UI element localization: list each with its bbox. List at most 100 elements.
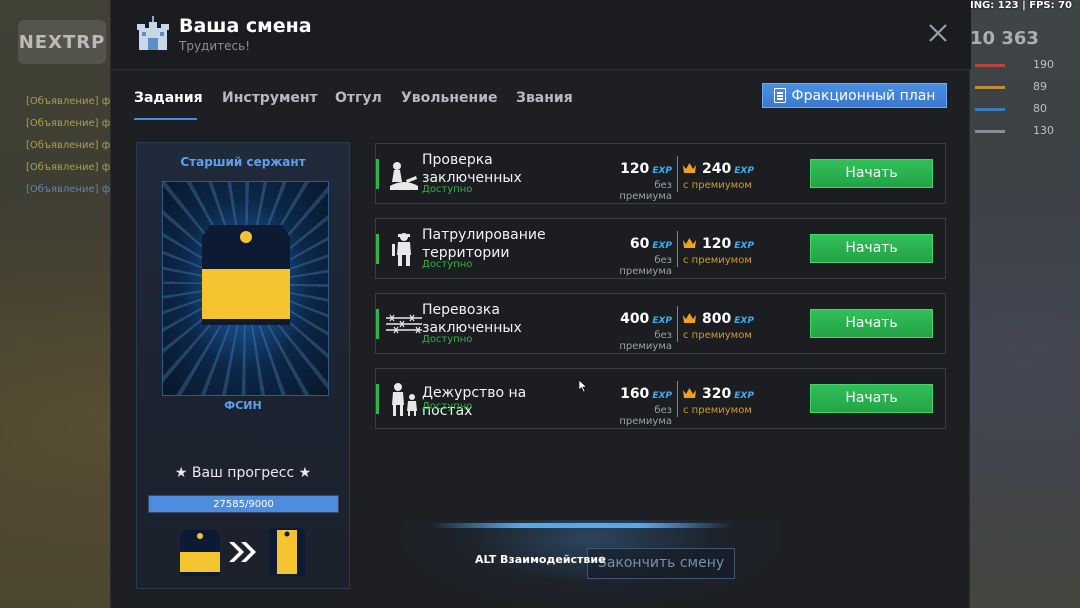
crown-icon (683, 163, 696, 173)
end-shift-button[interactable]: Закончить смену (587, 548, 735, 579)
shoulder-strap-icon (202, 225, 290, 325)
exp-tag: EXP (734, 316, 754, 326)
exp-standard-label: без премиума (619, 255, 672, 277)
exp-premium-label: с премиумом (683, 255, 752, 266)
faction-plan-label: Фракционный план (791, 87, 936, 104)
task-available-accent (376, 234, 379, 264)
task-available-accent (376, 384, 379, 414)
start-task-button[interactable]: Начать (810, 234, 933, 263)
exp-divider (677, 381, 678, 417)
task-status: Доступно (422, 184, 473, 195)
progress-text: 27585/9000 (213, 499, 274, 510)
bottom-accent-line (431, 523, 731, 528)
exp-premium-value: 240 (702, 161, 732, 177)
rank-image (162, 181, 329, 396)
exp-premium: 800 EXP с премиумом (683, 308, 783, 342)
hud-stat-value: 80 (1033, 102, 1047, 115)
post-duty-icon (392, 383, 417, 416)
task-row: Дежурство на постах Доступно 160 EXP без пре… (375, 368, 946, 429)
exp-premium: 320 EXP с премиумом (683, 383, 783, 417)
task-name: Перевозка заключенных (422, 302, 522, 336)
document-icon (773, 88, 786, 103)
exp-premium: 240 EXP с премиумом (683, 158, 783, 192)
exp-tag: EXP (734, 391, 754, 401)
tab-tasks[interactable]: Задания (134, 90, 203, 106)
barbed-wire-icon (386, 314, 422, 334)
hud-stat-value: 89 (1033, 80, 1047, 93)
exp-standard-label: без премиума (619, 405, 672, 427)
exp-standard-label: без премиума (619, 180, 672, 202)
current-rank-icon (180, 530, 220, 576)
tab-tool[interactable]: Инструмент (222, 90, 318, 106)
exp-tag: EXP (734, 166, 754, 176)
exp-tag: EXP (652, 316, 672, 326)
dialog-header: Ваша смена Трудитесь! (111, 0, 971, 70)
exp-standard: 160 EXP без премиума (600, 383, 672, 427)
hud-stat: 80 (975, 102, 1075, 118)
alt-interaction-hint: ALT Взаимодействие (475, 553, 606, 566)
hud-stat: 89 (975, 80, 1075, 96)
task-name: Проверка заключенных (422, 152, 522, 186)
task-available-accent (376, 309, 379, 339)
exp-standard: 60 EXP без премиума (600, 233, 672, 277)
crown-icon (683, 388, 696, 398)
exp-standard-label: без премиума (619, 330, 672, 352)
hud-stat-value: 190 (1033, 58, 1054, 71)
hud-stat-value: 130 (1033, 124, 1054, 137)
exp-premium-label: с премиумом (683, 405, 752, 416)
exp-value: 160 (620, 386, 650, 402)
task-row: Перевозка заключенных Доступно 400 EXP без п… (375, 293, 946, 354)
crown-icon (683, 238, 696, 248)
exp-premium-value: 800 (702, 311, 732, 327)
mouse-cursor-icon (579, 380, 587, 392)
exp-premium: 120 EXP с премиумом (683, 233, 783, 267)
hud-stat: 190 (975, 58, 1075, 74)
exp-premium-label: с премиумом (683, 330, 752, 341)
hud-stat: 130 (975, 124, 1075, 140)
exp-value: 400 (620, 311, 650, 327)
faction-plan-button[interactable]: Фракционный план (762, 83, 947, 108)
task-status: Доступно (422, 334, 473, 345)
task-name: Патрулирование территории (422, 227, 546, 261)
exp-standard: 120 EXP без премиума (600, 158, 672, 202)
exp-divider (677, 156, 678, 192)
background-left-panel (0, 0, 110, 608)
tab-dismissal[interactable]: Увольнение (401, 90, 498, 106)
progress-label: ★ Ваш прогресс ★ (174, 465, 312, 481)
close-icon[interactable] (927, 22, 949, 44)
rank-faction: ФСИН (224, 399, 262, 412)
exp-value: 60 (629, 236, 650, 252)
exp-divider (677, 306, 678, 342)
rank-title: Старший сержант (180, 155, 306, 169)
tab-leave[interactable]: Отгул (335, 90, 382, 106)
exp-standard: 400 EXP без премиума (600, 308, 672, 352)
task-status: Доступно (422, 259, 473, 270)
dialog-subtitle: Трудитесь! (179, 39, 250, 53)
exp-premium-value: 120 (702, 236, 732, 252)
shift-dialog: Ваша смена Трудитесь! Задания Инструмент… (110, 0, 971, 608)
exp-value: 120 (620, 161, 650, 177)
task-row: Проверка заключенных Доступно 120 EXP без пр… (375, 143, 946, 204)
exp-premium-value: 320 (702, 386, 732, 402)
arrow-right-icon (229, 542, 256, 562)
castle-icon (137, 16, 169, 50)
chat-feed: [Объявление] ф... [Объявление] ф... [Объ… (26, 96, 110, 195)
start-task-button[interactable]: Начать (810, 159, 933, 188)
start-task-button[interactable]: Начать (810, 309, 933, 338)
next-rank-preview (137, 528, 349, 578)
exp-premium-label: с премиумом (683, 180, 752, 191)
start-task-button[interactable]: Начать (810, 384, 933, 413)
money-display: 10 363 (970, 28, 1039, 49)
tab-ranks[interactable]: Звания (516, 90, 573, 106)
task-status: Доступно (422, 401, 473, 412)
next-rank-icon (269, 528, 305, 576)
exp-tag: EXP (652, 241, 672, 251)
crown-icon (683, 313, 696, 323)
server-logo: NEXTRP (18, 20, 106, 64)
exp-tag: EXP (652, 166, 672, 176)
patrol-guard-icon (392, 233, 411, 266)
dialog-title: Ваша смена (179, 15, 312, 37)
prisoner-check-icon (390, 162, 418, 190)
rank-card: Старший сержант ФСИН ★ Ваш прогресс ★ 27… (136, 142, 350, 589)
exp-divider (677, 231, 678, 267)
